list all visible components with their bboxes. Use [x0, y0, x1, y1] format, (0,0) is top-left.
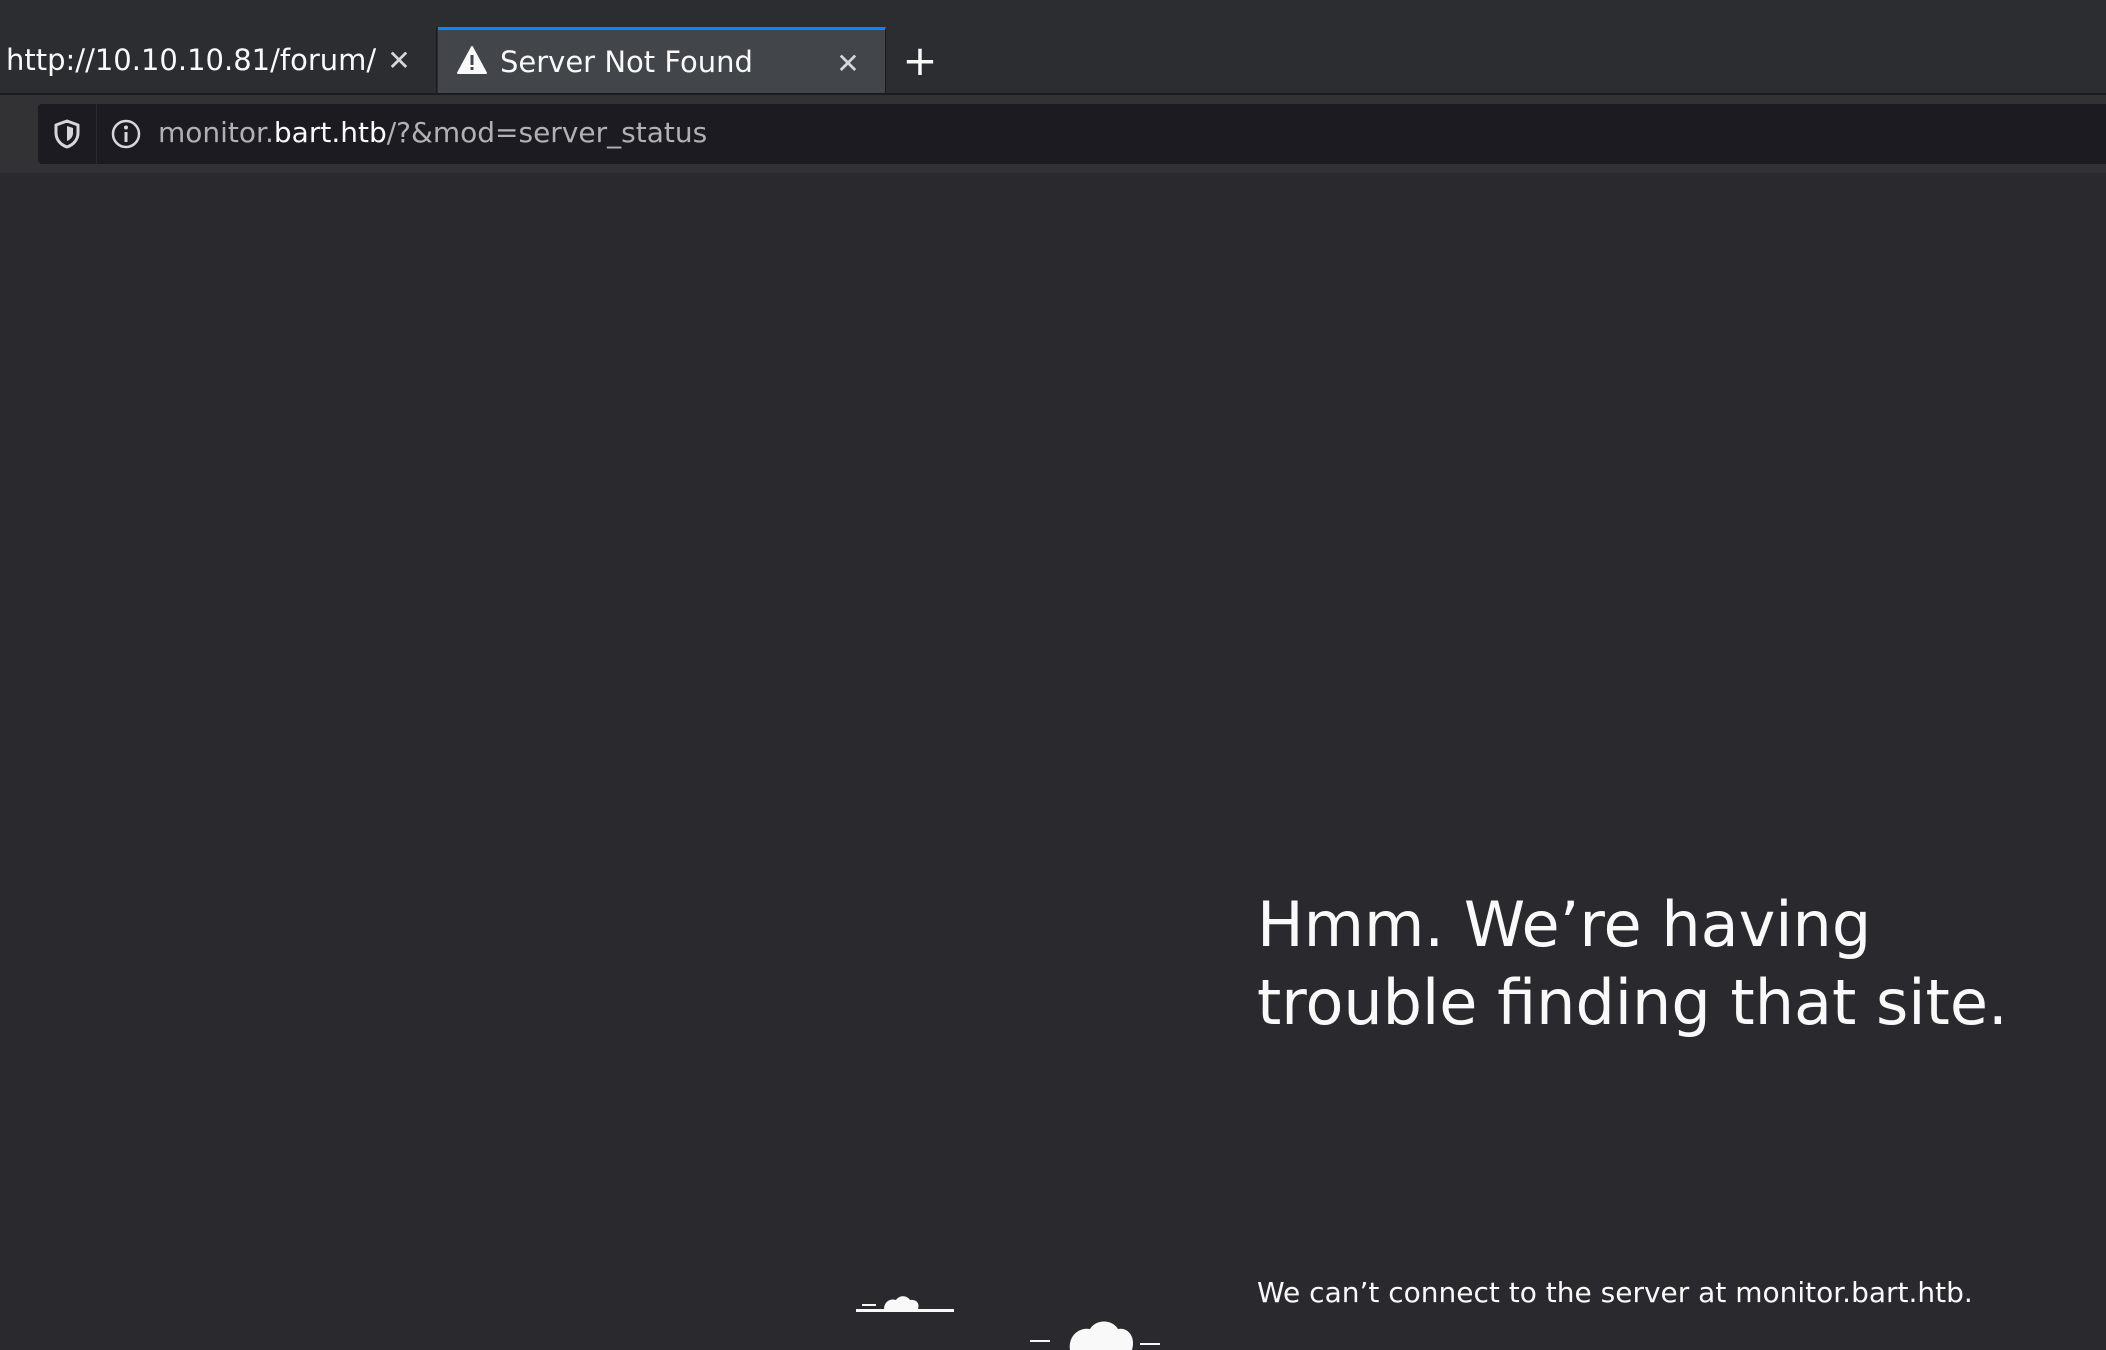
- new-tab-button[interactable]: +: [900, 27, 940, 93]
- error-description: We can’t connect to the server at monito…: [1257, 1276, 1973, 1309]
- tab-close-button[interactable]: ✕: [384, 44, 414, 77]
- navigation-toolbar: monitor.bart.htb/?&mod=server_status: [0, 95, 2106, 173]
- tab-bar: http://10.10.10.81/forum/ ✕ Server Not F…: [0, 27, 2106, 95]
- page-content: [0, 173, 2106, 1350]
- url-text[interactable]: monitor.bart.htb/?&mod=server_status: [158, 116, 707, 149]
- url-path: /?&mod=server_status: [386, 116, 708, 149]
- shield-icon[interactable]: [52, 118, 82, 150]
- url-host: bart.htb: [273, 116, 387, 149]
- tab-close-button[interactable]: ✕: [833, 47, 863, 80]
- tab-forum[interactable]: http://10.10.10.81/forum/ ✕: [0, 27, 437, 93]
- url-bar[interactable]: monitor.bart.htb/?&mod=server_status: [38, 104, 2106, 164]
- info-icon[interactable]: [110, 118, 142, 150]
- error-title: Hmm. We’re having trouble finding that s…: [1257, 888, 2008, 1039]
- tab-title: Server Not Found: [500, 44, 753, 79]
- window-top-strip: [0, 0, 2106, 27]
- tab-title: http://10.10.10.81/forum/: [6, 43, 377, 77]
- urlbar-separator: [96, 104, 97, 164]
- warning-icon: [457, 46, 487, 74]
- tab-server-not-found[interactable]: Server Not Found ✕: [438, 27, 886, 93]
- url-subdomain: monitor.: [158, 116, 274, 149]
- clouds-illustration: [856, 1296, 1160, 1350]
